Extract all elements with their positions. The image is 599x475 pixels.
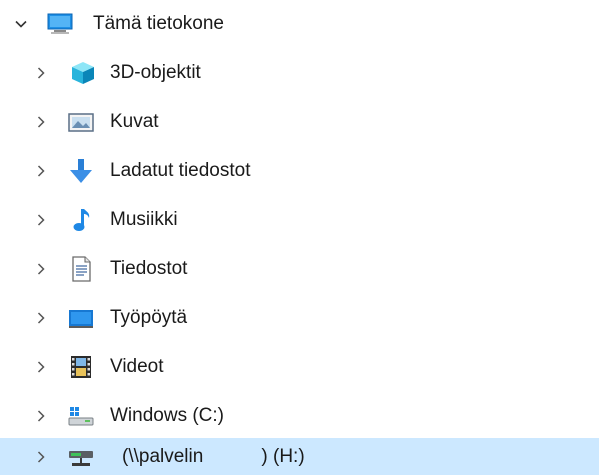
tree-item-label: 3D-objektit (110, 62, 201, 83)
tree-item-downloads[interactable]: Ladatut tiedostot (0, 147, 599, 195)
tree-item-videos[interactable]: Videot (0, 343, 599, 391)
music-note-icon (68, 207, 94, 233)
tree-item-pictures[interactable]: Kuvat (0, 98, 599, 146)
chevron-right-icon[interactable] (33, 114, 49, 130)
tree-item-music[interactable]: Musiikki (0, 196, 599, 244)
cube-3d-icon (70, 60, 96, 86)
tree-item-label: Windows (C:) (110, 405, 225, 426)
chevron-right-icon[interactable] (33, 310, 49, 326)
tree-item-label: Videot (110, 356, 164, 377)
tree-item-documents[interactable]: Tiedostot (0, 245, 599, 293)
tree-item-label: Kuvat (110, 111, 159, 132)
chevron-right-icon[interactable] (33, 261, 49, 277)
chevron-right-icon[interactable] (33, 212, 49, 228)
chevron-right-icon[interactable] (33, 408, 49, 424)
tree-item-network-drive-h[interactable]: (\\palvelin ) (H:) (0, 438, 599, 475)
tree-item-this-pc[interactable]: Tämä tietokone (0, 0, 599, 48)
tree-item-label: Tämä tietokone (93, 13, 224, 34)
chevron-down-icon[interactable] (13, 16, 29, 32)
tree-item-desktop[interactable]: Työpöytä (0, 294, 599, 342)
tree-item-drive-c[interactable]: Windows (C:) (0, 392, 599, 440)
chevron-right-icon[interactable] (33, 65, 49, 81)
tree-item-label: (\\palvelin ) (H:) (122, 445, 305, 467)
tree-item-label: Tiedostot (110, 258, 188, 279)
chevron-right-icon[interactable] (33, 359, 49, 375)
tree-item-label: Musiikki (110, 209, 178, 230)
chevron-right-icon[interactable] (33, 163, 49, 179)
chevron-right-icon[interactable] (33, 449, 49, 465)
windows-drive-icon (68, 403, 94, 429)
download-arrow-icon (68, 158, 94, 184)
film-icon (68, 354, 94, 380)
pictures-icon (68, 109, 94, 135)
tree-item-label: Työpöytä (110, 307, 188, 328)
tree-item-3d-objects[interactable]: 3D-objektit (0, 49, 599, 97)
computer-icon (47, 11, 73, 37)
documents-icon (68, 256, 94, 282)
tree-item-label: Ladatut tiedostot (110, 160, 251, 181)
network-drive-icon (68, 444, 94, 470)
navigation-tree: Tämä tietokone 3D-objektit Kuvat Ladatut… (0, 0, 599, 475)
desktop-icon (68, 305, 94, 331)
